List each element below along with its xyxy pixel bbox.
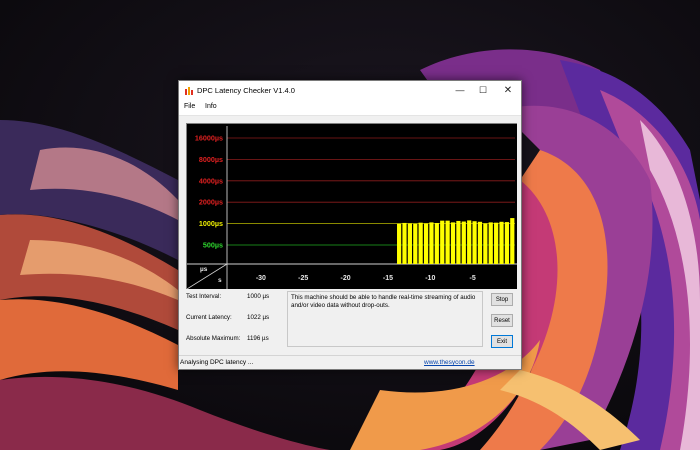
status-message: This machine should be able to handle re… — [287, 291, 483, 347]
x-tick-label: -25 — [298, 275, 308, 282]
latency-bar — [429, 222, 434, 264]
x-tick-label: -30 — [256, 275, 266, 282]
maximize-button[interactable]: ☐ — [471, 81, 495, 99]
reset-button[interactable]: Reset — [491, 314, 513, 327]
latency-bar — [461, 221, 466, 264]
website-link[interactable]: www.thesycon.de — [424, 359, 475, 366]
x-tick-label: -20 — [341, 275, 351, 282]
y-tick-label: 16000µs — [195, 134, 223, 143]
status-bar: Analysing DPC latency ... www.thesycon.d… — [179, 355, 521, 370]
menu-info[interactable]: Info — [205, 103, 217, 110]
current-latency-label: Current Latency: — [186, 314, 232, 321]
latency-bar — [402, 222, 407, 264]
latency-bar — [397, 223, 402, 264]
latency-bar — [494, 222, 499, 264]
absolute-maximum-label: Absolute Maximum: — [186, 335, 241, 342]
window-title: DPC Latency Checker V1.4.0 — [197, 86, 295, 95]
x-unit-label: s — [218, 277, 222, 284]
latency-bar — [413, 223, 418, 264]
latency-bar — [407, 223, 412, 264]
latency-bar — [483, 223, 488, 264]
test-interval-value: 1000 µs — [247, 293, 270, 300]
latency-bar — [445, 220, 450, 264]
x-tick-label: -15 — [383, 275, 393, 282]
latency-bar — [472, 221, 477, 264]
latency-chart-svg: 16000µs 8000µs 4000µs 2000µs 1000µs 500µs µs s -… — [187, 126, 517, 289]
close-button[interactable]: ✕ — [496, 81, 520, 99]
y-tick-label: 4000µs — [199, 176, 223, 185]
title-bar[interactable]: DPC Latency Checker V1.4.0 — ☐ ✕ — [179, 81, 521, 101]
latency-bar — [440, 220, 445, 264]
current-latency-value: 1022 µs — [247, 314, 270, 321]
stop-button[interactable]: Stop — [491, 293, 513, 306]
exit-button[interactable]: Exit — [491, 335, 513, 348]
dpc-latency-window: DPC Latency Checker V1.4.0 — ☐ ✕ File In… — [178, 80, 522, 370]
stats-panel: Test Interval: 1000 µs Current Latency: … — [186, 291, 286, 349]
latency-bar — [423, 223, 429, 264]
y-tick-label: 1000µs — [199, 219, 223, 228]
menu-bar: File Info — [179, 101, 521, 116]
latency-bar — [477, 221, 483, 264]
app-icon — [185, 87, 193, 95]
latency-graph: 16000µs 8000µs 4000µs 2000µs 1000µs 500µs µs s -… — [186, 123, 517, 289]
latency-bar — [418, 222, 423, 264]
latency-bar — [456, 220, 461, 264]
latency-bar — [434, 222, 439, 264]
latency-bar — [504, 222, 510, 264]
minimize-button[interactable]: — — [448, 81, 472, 99]
y-tick-label: 2000µs — [199, 198, 223, 207]
latency-bar — [488, 222, 493, 264]
x-tick-label: -10 — [425, 275, 435, 282]
x-tick-label: -5 — [470, 275, 476, 282]
latency-bar — [450, 222, 456, 264]
absolute-maximum-value: 1196 µs — [247, 335, 269, 342]
status-text: Analysing DPC latency ... — [180, 359, 254, 366]
latency-bar — [467, 220, 472, 264]
y-unit-label: µs — [200, 266, 208, 273]
latency-bar — [499, 221, 504, 264]
y-tick-label: 8000µs — [199, 155, 223, 164]
test-interval-label: Test Interval: — [186, 293, 222, 300]
menu-file[interactable]: File — [184, 103, 195, 110]
y-tick-label: 500µs — [203, 241, 223, 250]
latency-bar — [510, 218, 515, 264]
